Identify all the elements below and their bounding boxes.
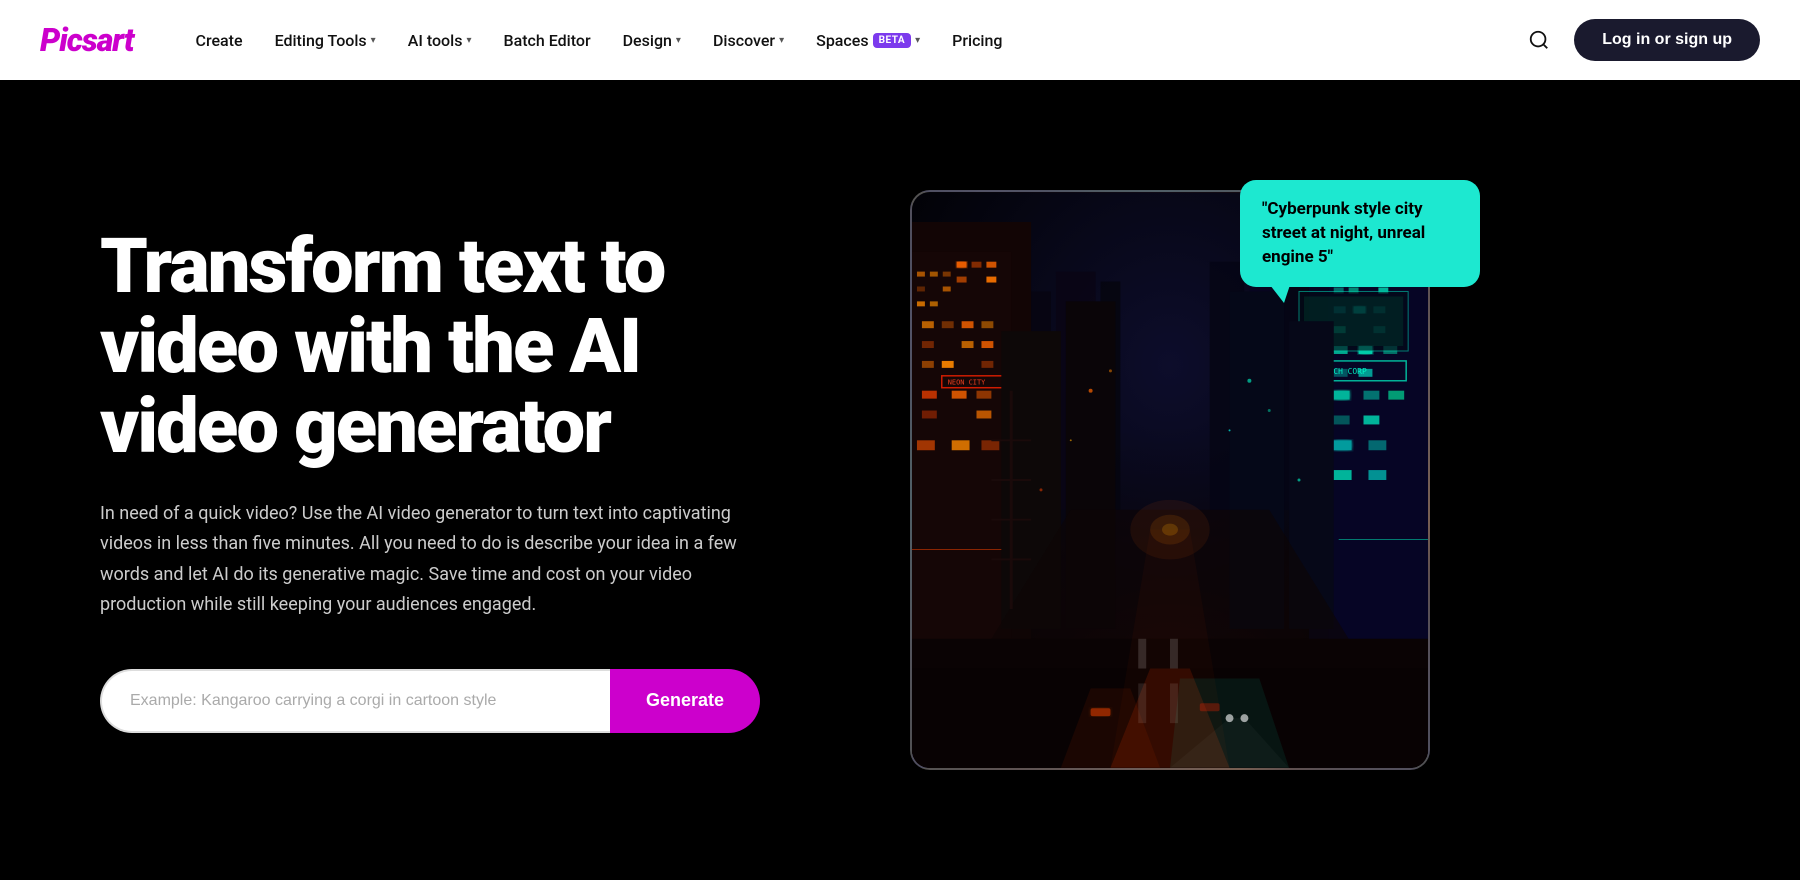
nav-item-batch-editor[interactable]: Batch Editor xyxy=(489,23,604,58)
nav-item-design[interactable]: Design ▾ xyxy=(609,23,695,58)
hero-left: Transform text to video with the AI vide… xyxy=(100,227,820,733)
nav-links: Create Editing Tools ▾ AI tools ▾ Batch … xyxy=(182,23,1521,58)
chevron-down-icon: ▾ xyxy=(915,35,920,46)
nav-label-spaces: Spaces xyxy=(816,31,868,50)
nav-label-pricing: Pricing xyxy=(952,31,1002,50)
login-button[interactable]: Log in or sign up xyxy=(1574,19,1760,61)
nav-item-discover[interactable]: Discover ▾ xyxy=(699,23,798,58)
picsart-logo[interactable]: Picsart xyxy=(40,21,134,59)
hero-section: Transform text to video with the AI vide… xyxy=(0,80,1800,880)
nav-item-spaces[interactable]: Spaces BETA ▾ xyxy=(802,23,934,58)
hero-input-row: Generate xyxy=(100,669,760,733)
nav-label-batch-editor: Batch Editor xyxy=(503,31,590,50)
nav-item-editing-tools[interactable]: Editing Tools ▾ xyxy=(261,23,390,58)
speech-bubble: "Cyberpunk style city street at night, u… xyxy=(1240,180,1480,287)
hero-subtitle: In need of a quick video? Use the AI vid… xyxy=(100,499,780,621)
nav-label-create: Create xyxy=(196,31,243,50)
svg-text:NEON CITY: NEON CITY xyxy=(948,379,986,387)
nav-item-ai-tools[interactable]: AI tools ▾ xyxy=(394,23,486,58)
nav-label-design: Design xyxy=(623,31,672,50)
generate-button[interactable]: Generate xyxy=(610,669,760,733)
hero-title: Transform text to video with the AI vide… xyxy=(100,227,820,466)
search-button[interactable] xyxy=(1520,21,1558,59)
chevron-down-icon: ▾ xyxy=(676,35,681,46)
nav-item-create[interactable]: Create xyxy=(182,23,257,58)
nav-label-discover: Discover xyxy=(713,31,775,50)
prompt-input[interactable] xyxy=(100,669,610,733)
nav-label-ai-tools: AI tools xyxy=(408,31,463,50)
navbar: Picsart Create Editing Tools ▾ AI tools … xyxy=(0,0,1800,80)
chevron-down-icon: ▾ xyxy=(466,35,471,46)
nav-label-editing-tools: Editing Tools xyxy=(275,31,367,50)
nav-right: Log in or sign up xyxy=(1520,19,1760,61)
beta-badge: BETA xyxy=(873,33,912,48)
chevron-down-icon: ▾ xyxy=(371,35,376,46)
hero-right: "Cyberpunk style city street at night, u… xyxy=(880,190,1460,770)
nav-item-pricing[interactable]: Pricing xyxy=(938,23,1016,58)
chevron-down-icon: ▾ xyxy=(779,35,784,46)
search-icon xyxy=(1528,29,1550,51)
